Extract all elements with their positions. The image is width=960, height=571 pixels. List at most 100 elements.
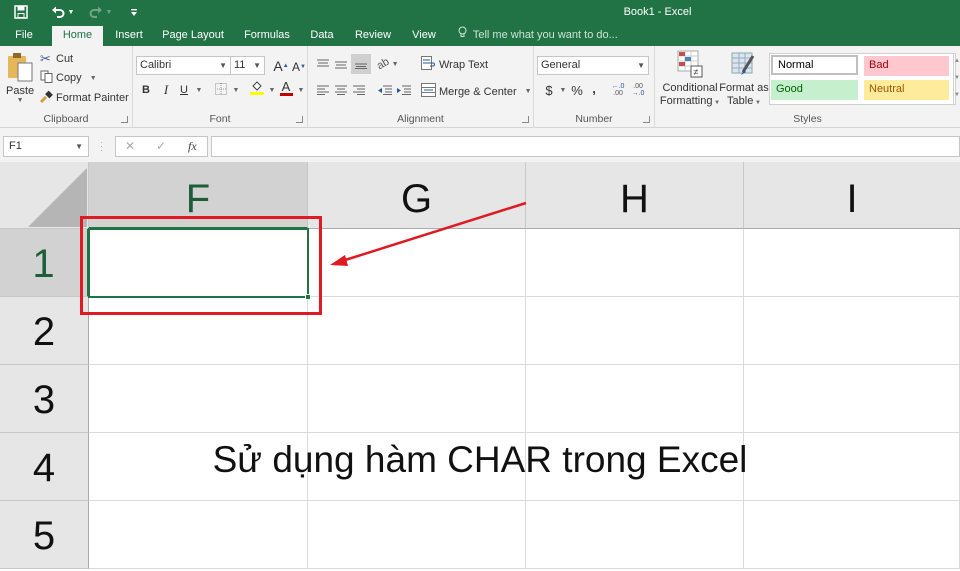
- paste-label: Paste: [6, 85, 35, 97]
- format-painter-button[interactable]: Format Painter: [39, 90, 129, 106]
- tab-data[interactable]: Data: [306, 26, 338, 46]
- clipboard-launcher-icon[interactable]: [121, 116, 128, 123]
- copy-icon: [40, 70, 56, 86]
- ribbon-tabs: File Home Insert Page Layout Formulas Da…: [0, 26, 960, 46]
- bold-button[interactable]: B: [138, 82, 154, 98]
- copy-label: Copy: [56, 72, 82, 84]
- font-size-select[interactable]: 11 ▼: [230, 56, 265, 75]
- font-group-label: Font: [209, 113, 231, 125]
- gallery-up-icon[interactable]: ▲: [954, 53, 960, 70]
- style-bad[interactable]: Bad: [864, 56, 949, 76]
- formula-bar-grip-icon[interactable]: · · ·: [100, 138, 103, 155]
- middle-align-button[interactable]: [333, 56, 349, 72]
- style-neutral[interactable]: Neutral: [864, 80, 949, 100]
- font-color-dropdown-icon[interactable]: ▼: [293, 82, 309, 98]
- tab-home[interactable]: Home: [52, 26, 103, 46]
- italic-button[interactable]: I: [158, 82, 174, 98]
- font-group: Calibri ▼ 11 ▼ A ▲ A ▼ B I U ▼ ▼ ▼ A ▼ Font: [133, 46, 308, 128]
- font-size-value: 11: [234, 59, 246, 71]
- conditional-formatting-button[interactable]: ≠ Conditional Formatting ▼: [659, 50, 721, 110]
- font-color-icon: A: [281, 78, 291, 94]
- ribbon: Paste ▼ ✂ Cut Copy ▼ Format Painter Clip…: [0, 46, 960, 128]
- insert-function-icon[interactable]: fx: [188, 139, 197, 154]
- grow-font-button[interactable]: A ▲: [273, 58, 289, 74]
- cancel-icon[interactable]: ✕: [125, 139, 135, 153]
- font-name-value: Calibri: [140, 59, 172, 71]
- formula-input[interactable]: [211, 136, 960, 157]
- bottom-align-button[interactable]: [351, 54, 371, 74]
- tell-me-box[interactable]: Tell me what you want to do...: [458, 26, 618, 46]
- align-left-button[interactable]: [315, 82, 331, 98]
- align-right-button[interactable]: [351, 82, 367, 98]
- style-normal[interactable]: Normal: [771, 55, 858, 75]
- cell-styles-gallery: Normal Bad Good Neutral: [769, 53, 956, 105]
- scissors-icon: ✂: [40, 51, 51, 66]
- merge-dropdown-icon: ▼: [524, 88, 532, 95]
- shrink-font-icon: A: [292, 60, 301, 74]
- percent-button[interactable]: %: [569, 82, 585, 98]
- tell-me-placeholder: Tell me what you want to do...: [472, 29, 618, 41]
- chevron-down-icon: ▼: [219, 61, 227, 70]
- borders-button[interactable]: [213, 82, 229, 98]
- tab-insert[interactable]: Insert: [110, 26, 148, 46]
- lightbulb-icon: [458, 26, 470, 45]
- underline-button[interactable]: U: [176, 82, 192, 98]
- wrap-text-icon: [421, 56, 439, 73]
- number-format-value: General: [541, 59, 581, 71]
- borders-dropdown-icon[interactable]: ▼: [228, 82, 244, 98]
- name-box-value: F1: [9, 140, 22, 152]
- grow-font-icon: A: [273, 58, 283, 74]
- copy-dropdown-icon: ▼: [89, 74, 97, 82]
- gallery-more-icon[interactable]: ▼: [954, 87, 960, 104]
- enter-icon[interactable]: ✓: [156, 139, 166, 153]
- fill-color-button[interactable]: [249, 81, 265, 97]
- paint-bucket-icon: [250, 80, 264, 98]
- font-name-select[interactable]: Calibri ▼: [136, 56, 231, 75]
- top-align-button[interactable]: [315, 56, 331, 72]
- tab-review[interactable]: Review: [352, 26, 394, 46]
- tab-formulas[interactable]: Formulas: [240, 26, 294, 46]
- increase-indent-button[interactable]: [396, 82, 412, 98]
- merge-center-button[interactable]: Merge & Center ▼: [421, 83, 532, 100]
- cut-label: Cut: [56, 53, 74, 65]
- title-bar: ▼ ▼ Book1 - Excel: [0, 0, 960, 26]
- number-format-select[interactable]: General ▼: [537, 56, 649, 75]
- align-center-button[interactable]: [333, 82, 349, 98]
- comma-style-button[interactable]: ,: [586, 80, 602, 96]
- tab-file[interactable]: File: [6, 26, 42, 46]
- format-as-table-label-1: Format as: [719, 82, 769, 94]
- gallery-down-icon[interactable]: ▼: [954, 70, 960, 87]
- alignment-launcher-icon[interactable]: [522, 116, 529, 123]
- format-as-table-button[interactable]: Format as Table ▼: [719, 50, 769, 110]
- tab-view[interactable]: View: [408, 26, 440, 46]
- decrease-decimal-button[interactable]: .00 →.0: [630, 82, 646, 98]
- alignment-group: ab ▼ Wrap Text Merge & Center ▼ Alignment: [308, 46, 534, 128]
- styles-group: ≠ Conditional Formatting ▼ Format as Tab…: [655, 46, 960, 128]
- decrease-indent-button[interactable]: [377, 82, 393, 98]
- name-box[interactable]: F1 ▼: [3, 136, 89, 157]
- cut-button[interactable]: ✂ Cut: [40, 51, 73, 67]
- conditional-formatting-label-2: Formatting: [659, 95, 713, 107]
- merge-center-icon: [421, 83, 439, 100]
- shrink-font-button[interactable]: A ▼: [291, 59, 307, 75]
- copy-button[interactable]: Copy ▼: [40, 70, 97, 86]
- tab-page-layout[interactable]: Page Layout: [160, 26, 226, 46]
- number-group: General ▼ $ ▼ % , ←.0.00 .00 →.0 Number: [534, 46, 655, 128]
- merge-center-label: Merge & Center: [439, 85, 517, 98]
- wrap-text-button[interactable]: Wrap Text: [421, 56, 488, 73]
- font-launcher-icon[interactable]: [296, 116, 303, 123]
- svg-text:≠: ≠: [694, 67, 699, 77]
- number-launcher-icon[interactable]: [643, 116, 650, 123]
- window-title: Book1 - Excel: [623, 6, 692, 18]
- increase-decimal-button[interactable]: ←.0.00: [610, 82, 626, 98]
- styles-gallery-scroll[interactable]: ▲ ▼ ▼: [953, 53, 960, 105]
- orientation-button[interactable]: ab ▼: [375, 56, 398, 73]
- underline-dropdown-icon[interactable]: ▼: [191, 82, 207, 98]
- number-group-label: Number: [575, 113, 613, 125]
- conditional-formatting-label-1: Conditional: [662, 82, 718, 94]
- borders-icon: [215, 82, 227, 98]
- font-color-button[interactable]: A: [278, 80, 294, 96]
- style-good[interactable]: Good: [771, 80, 858, 100]
- chevron-down-icon: ▼: [253, 61, 261, 70]
- paste-button[interactable]: Paste ▼: [6, 52, 34, 104]
